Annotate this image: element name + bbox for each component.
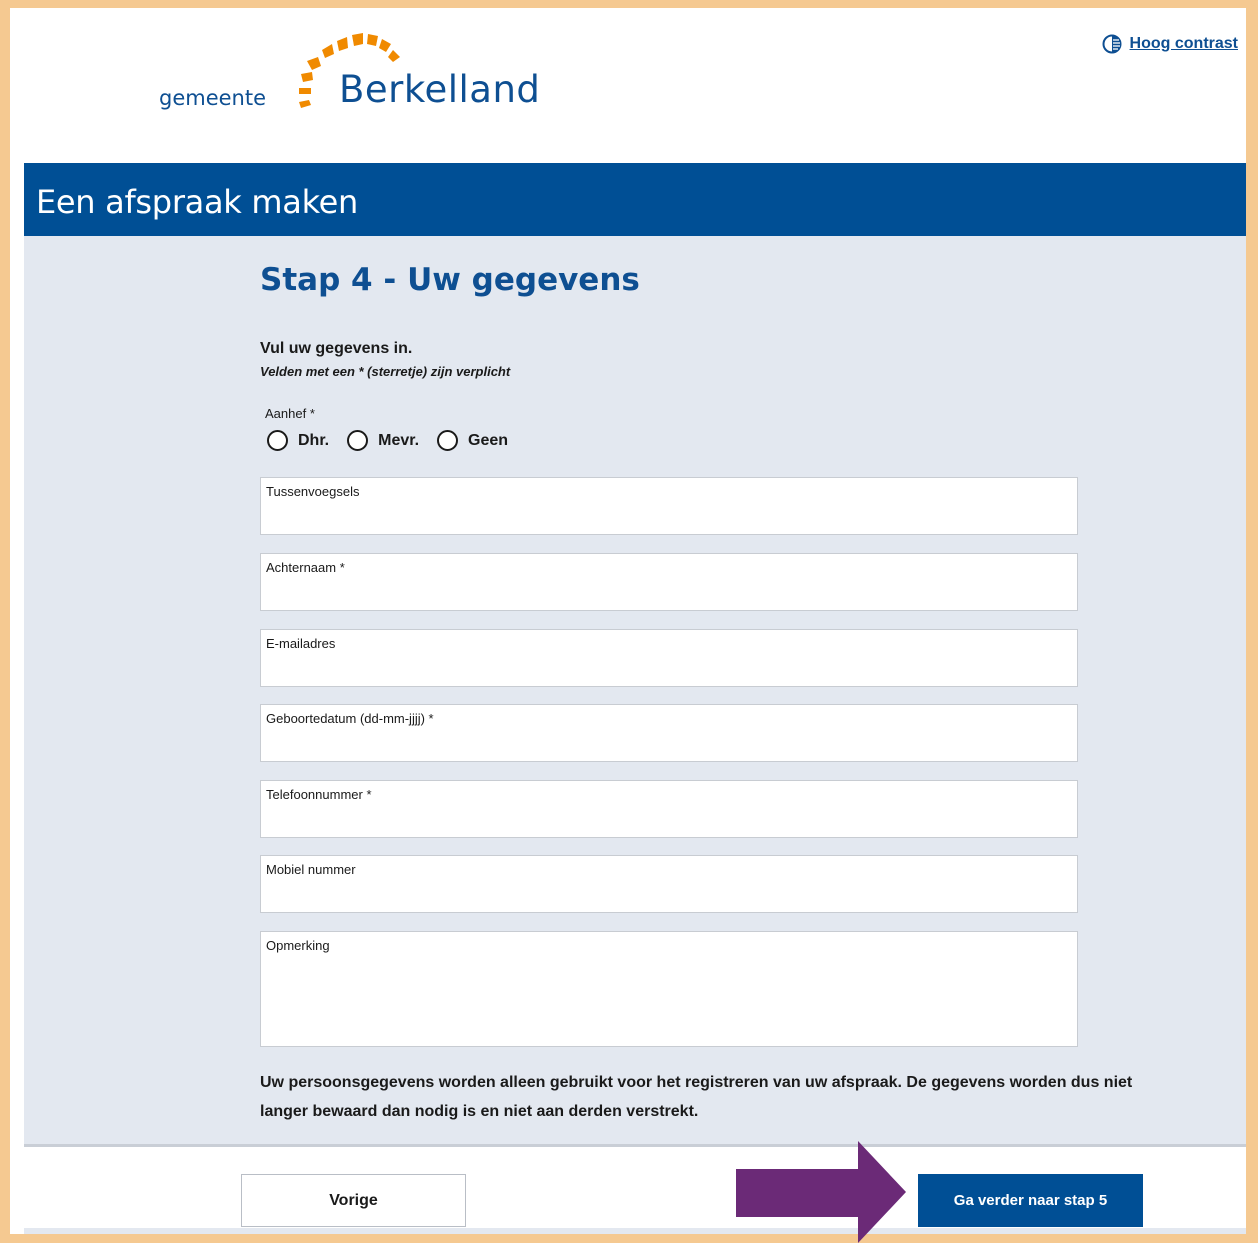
opmerking-textarea[interactable]: Opmerking [260,931,1078,1047]
logo-prefix: gemeente [159,86,267,110]
contrast-icon [1102,34,1122,54]
radio-circle[interactable] [267,430,288,451]
geboortedatum-field[interactable]: Geboortedatum (dd-mm-jjjj) * [260,704,1078,762]
radio-mevr[interactable]: Mevr. [347,430,419,451]
field-label: E-mailadres [266,636,336,651]
radio-label[interactable]: Dhr. [298,432,329,450]
high-contrast-link[interactable]: Hoog contrast [1102,34,1238,54]
required-note: Velden met een * (sterretje) zijn verpli… [260,364,511,379]
radio-dhr[interactable]: Dhr. [267,430,329,451]
field-label: Geboortedatum (dd-mm-jjjj) * [266,711,434,726]
footer-nav: Vorige Ga verder naar stap 5 [24,1144,1246,1234]
form-section: Stap 4 - Uw gegevens Vul uw gegevens in.… [24,236,1246,1144]
mobiel-nummer-field[interactable]: Mobiel nummer [260,855,1078,913]
page-title: Een afspraak maken [36,183,359,221]
salutation-radio-group: Dhr. Mevr. Geen [267,430,526,451]
achternaam-field[interactable]: Achternaam * [260,553,1078,611]
field-label: Opmerking [266,938,330,953]
high-contrast-label[interactable]: Hoog contrast [1130,35,1238,53]
page-frame: gemeente Berkelland Hoog contrast Een af… [10,8,1246,1234]
email-field[interactable]: E-mailadres [260,629,1078,687]
radio-circle[interactable] [347,430,369,451]
radio-geen[interactable]: Geen [437,430,508,451]
logo[interactable]: gemeente Berkelland [159,30,559,130]
header: gemeente Berkelland Hoog contrast [24,8,1246,163]
privacy-notice: Uw persoonsgegevens worden alleen gebrui… [260,1074,1133,1120]
bottom-strip [24,1228,1246,1234]
radio-label[interactable]: Geen [468,432,508,450]
annotation-arrow-icon [736,1141,906,1243]
telefoonnummer-field[interactable]: Telefoonnummer * [260,780,1078,838]
field-label: Mobiel nummer [266,862,356,877]
tussenvoegsels-field[interactable]: Tussenvoegsels [260,477,1078,535]
field-label: Achternaam * [266,560,345,575]
previous-button[interactable]: Vorige [241,1174,466,1227]
page-banner: Een afspraak maken [24,163,1246,236]
next-step-button[interactable]: Ga verder naar stap 5 [918,1174,1143,1227]
intro-text: Vul uw gegevens in. [260,340,413,357]
radio-label[interactable]: Mevr. [378,432,419,450]
step-title: Stap 4 - Uw gegevens [260,262,640,298]
field-label: Tussenvoegsels [266,484,360,499]
radio-circle[interactable] [437,430,459,451]
salutation-label: Aanhef * [265,406,315,421]
logo-name: Berkelland [339,68,541,111]
field-label: Telefoonnummer * [266,787,372,802]
